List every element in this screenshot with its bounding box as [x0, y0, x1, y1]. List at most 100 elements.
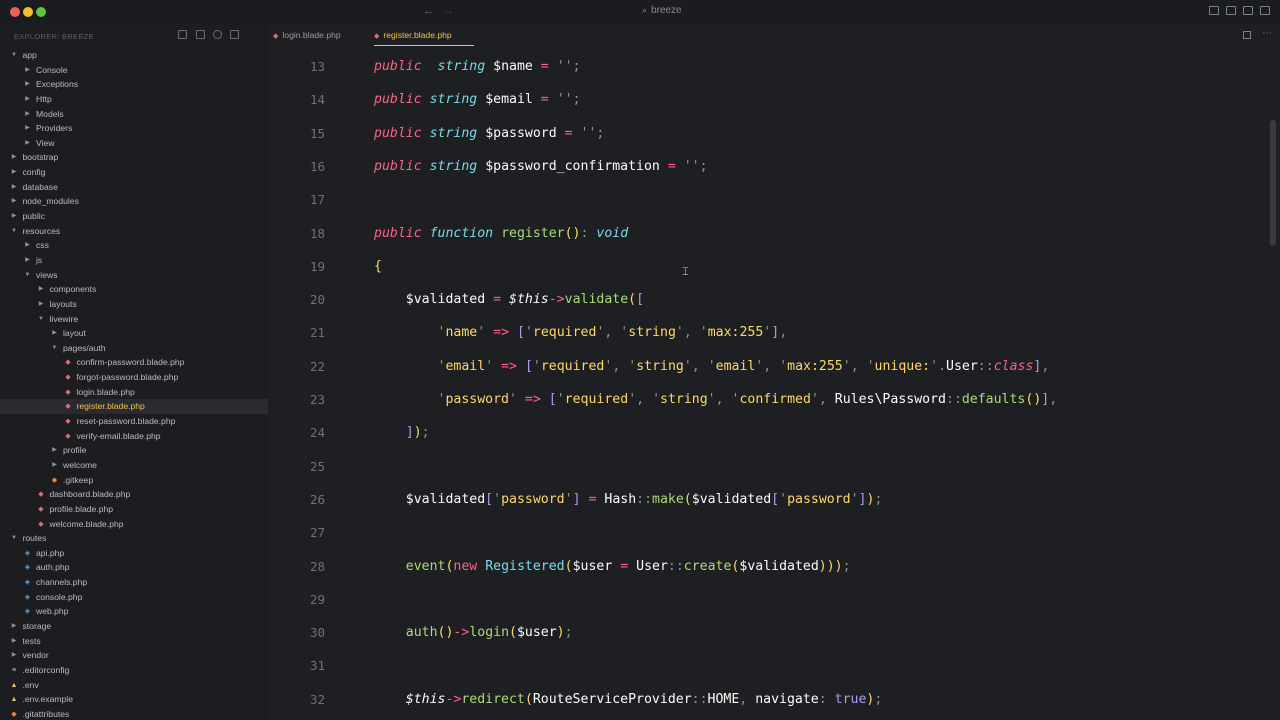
tree-folder[interactable]: ▶ database [0, 180, 268, 195]
chevron-right-icon: ▶ [11, 154, 17, 161]
line-number: 31 [309, 658, 325, 674]
code-line[interactable]: 28 event(new Registered($user = User::cr… [268, 550, 1268, 583]
zoom-window-button[interactable] [36, 7, 46, 17]
tree-folder[interactable]: ▶ View [0, 136, 268, 151]
tree-file[interactable]: ▲ .env [0, 678, 268, 693]
tree-file[interactable]: ▲ .env.example [0, 692, 268, 707]
tree-folder[interactable]: ▶ vendor [0, 648, 268, 663]
code-text: public string $password_confirmation = '… [374, 158, 708, 174]
tree-folder[interactable]: ▼ routes [0, 531, 268, 546]
tree-file[interactable]: ◆ welcome.blade.php [0, 517, 268, 532]
tree-file[interactable]: ◆ register.blade.php [0, 399, 268, 415]
tab-login-blade[interactable]: ◆ login.blade.php [273, 24, 341, 46]
tree-folder[interactable]: ▼ app [0, 48, 268, 63]
tree-folder[interactable]: ▶ bootstrap [0, 150, 268, 165]
tree-folder[interactable]: ▶ profile [0, 443, 268, 458]
tree-file[interactable]: ◆ forgot-password.blade.php [0, 370, 268, 385]
code-line[interactable]: 17 [268, 183, 1268, 216]
tree-file[interactable]: ◆ reset-password.blade.php [0, 414, 268, 429]
tab-bar: ◆ login.blade.php ◆ register.blade.php ⋯ [268, 24, 1280, 46]
toggle-panel-icon[interactable] [1226, 6, 1236, 15]
tree-file[interactable]: ≡ .editorconfig [0, 663, 268, 678]
minimize-window-button[interactable] [23, 7, 33, 17]
collapse-all-icon[interactable] [230, 30, 239, 39]
tree-file[interactable]: ◆ profile.blade.php [0, 502, 268, 517]
editor-scrollbar[interactable] [1270, 120, 1276, 246]
new-folder-icon[interactable] [196, 30, 205, 39]
command-center[interactable]: ⌕ breeze [642, 5, 682, 16]
tree-file[interactable]: ◈ api.php [0, 546, 268, 561]
tree-file[interactable]: ◈ auth.php [0, 560, 268, 575]
tree-item-label: reset-password.blade.php [76, 416, 176, 427]
chevron-right-icon: ▶ [25, 256, 30, 263]
tree-file[interactable]: ◆ confirm-password.blade.php [0, 355, 268, 370]
split-editor-icon[interactable] [1243, 31, 1251, 39]
line-number: 16 [309, 158, 325, 174]
code-line[interactable]: 14 public string $email = ''; [268, 83, 1268, 116]
refresh-icon[interactable] [213, 30, 222, 39]
code-line[interactable]: 23 'password' => ['required', 'string', … [268, 383, 1268, 416]
tree-folder[interactable]: ▼ pages/auth [0, 341, 268, 356]
chevron-right-icon: ▶ [52, 447, 57, 454]
tree-folder[interactable]: ▶ js [0, 253, 268, 268]
code-line[interactable]: 18 public function register(): void [268, 217, 1268, 250]
code-line[interactable]: 16 public string $password_confirmation =… [268, 150, 1268, 183]
toggle-secondary-sidebar-icon[interactable] [1243, 6, 1253, 15]
forward-arrow-icon[interactable]: → [443, 5, 454, 17]
tree-folder[interactable]: ▶ config [0, 165, 268, 180]
tree-file[interactable]: ◆ dashboard.blade.php [0, 487, 268, 502]
code-line[interactable]: 19 { [268, 250, 1268, 283]
tree-folder[interactable]: ▶ Models [0, 107, 268, 122]
more-actions-icon[interactable]: ⋯ [1262, 28, 1272, 39]
close-window-button[interactable] [10, 7, 20, 17]
code-editor[interactable]: 13 public string $name = ''; 14 public stri… [268, 46, 1280, 720]
new-file-icon[interactable] [178, 30, 187, 39]
tree-file[interactable]: ◆ verify-email.blade.php [0, 429, 268, 444]
tree-folder[interactable]: ▶ components [0, 282, 268, 297]
code-line[interactable]: 30 auth()->login($user); [268, 616, 1268, 649]
code-line[interactable]: 15 public string $password = ''; [268, 117, 1268, 150]
toggle-sidebar-icon[interactable] [1209, 6, 1219, 15]
tree-item-label: layout [63, 328, 86, 339]
tree-item-label: login.blade.php [76, 386, 135, 397]
tree-folder[interactable]: ▶ welcome [0, 458, 268, 473]
tree-folder[interactable]: ▼ views [0, 268, 268, 283]
tree-file[interactable]: ◈ web.php [0, 604, 268, 619]
code-line[interactable]: 22 'email' => ['required', 'string', 'em… [268, 350, 1268, 383]
code-line[interactable]: 20 $validated = $this->validate([ [268, 283, 1268, 316]
code-line[interactable]: 32 $this->redirect(RouteServiceProvider:… [268, 683, 1268, 716]
chevron-right-icon: ▶ [38, 286, 44, 293]
code-line[interactable]: 24 ]); [268, 416, 1268, 449]
blade-file-icon: ◆ [38, 505, 44, 513]
code-line[interactable]: 26 $validated['password'] = Hash::make($… [268, 483, 1268, 516]
code-line[interactable]: 21 'name' => ['required', 'string', 'max… [268, 316, 1268, 349]
chevron-down-icon: ▼ [38, 315, 44, 322]
tree-folder[interactable]: ▶ layouts [0, 297, 268, 312]
tree-file[interactable]: ◆ .gitkeep [0, 473, 268, 488]
tab-register-blade[interactable]: ◆ register.blade.php [374, 24, 474, 46]
tree-folder[interactable]: ▶ css [0, 238, 268, 253]
code-line[interactable]: 13 public string $name = ''; [268, 50, 1268, 83]
tree-folder[interactable]: ▶ node_modules [0, 194, 268, 209]
tree-folder[interactable]: ▶ layout [0, 326, 268, 341]
tree-folder[interactable]: ▶ public [0, 209, 268, 224]
code-line[interactable]: 31 [268, 649, 1268, 682]
tree-folder[interactable]: ▶ tests [0, 634, 268, 649]
tree-folder[interactable]: ▶ Providers [0, 121, 268, 136]
tree-folder[interactable]: ▼ livewire [0, 312, 268, 327]
code-line[interactable]: 29 [268, 583, 1268, 616]
tree-folder[interactable]: ▶ Console [0, 63, 268, 78]
code-line[interactable]: 25 [268, 450, 1268, 483]
code-line[interactable]: 27 [268, 516, 1268, 549]
tree-folder[interactable]: ▶ Exceptions [0, 77, 268, 92]
back-arrow-icon[interactable]: ← [423, 5, 434, 17]
tree-file[interactable]: ◈ channels.php [0, 575, 268, 590]
tree-file[interactable]: ◆ login.blade.php [0, 385, 268, 400]
tree-folder[interactable]: ▶ storage [0, 619, 268, 634]
tree-folder[interactable]: ▼ resources [0, 224, 268, 239]
tree-file[interactable]: ◆ .gitattributes [0, 707, 268, 720]
customize-layout-icon[interactable] [1260, 6, 1270, 15]
tree-folder[interactable]: ▶ Http [0, 92, 268, 107]
tree-file[interactable]: ◈ console.php [0, 590, 268, 605]
text-cursor-icon: ⌶ [682, 266, 689, 278]
